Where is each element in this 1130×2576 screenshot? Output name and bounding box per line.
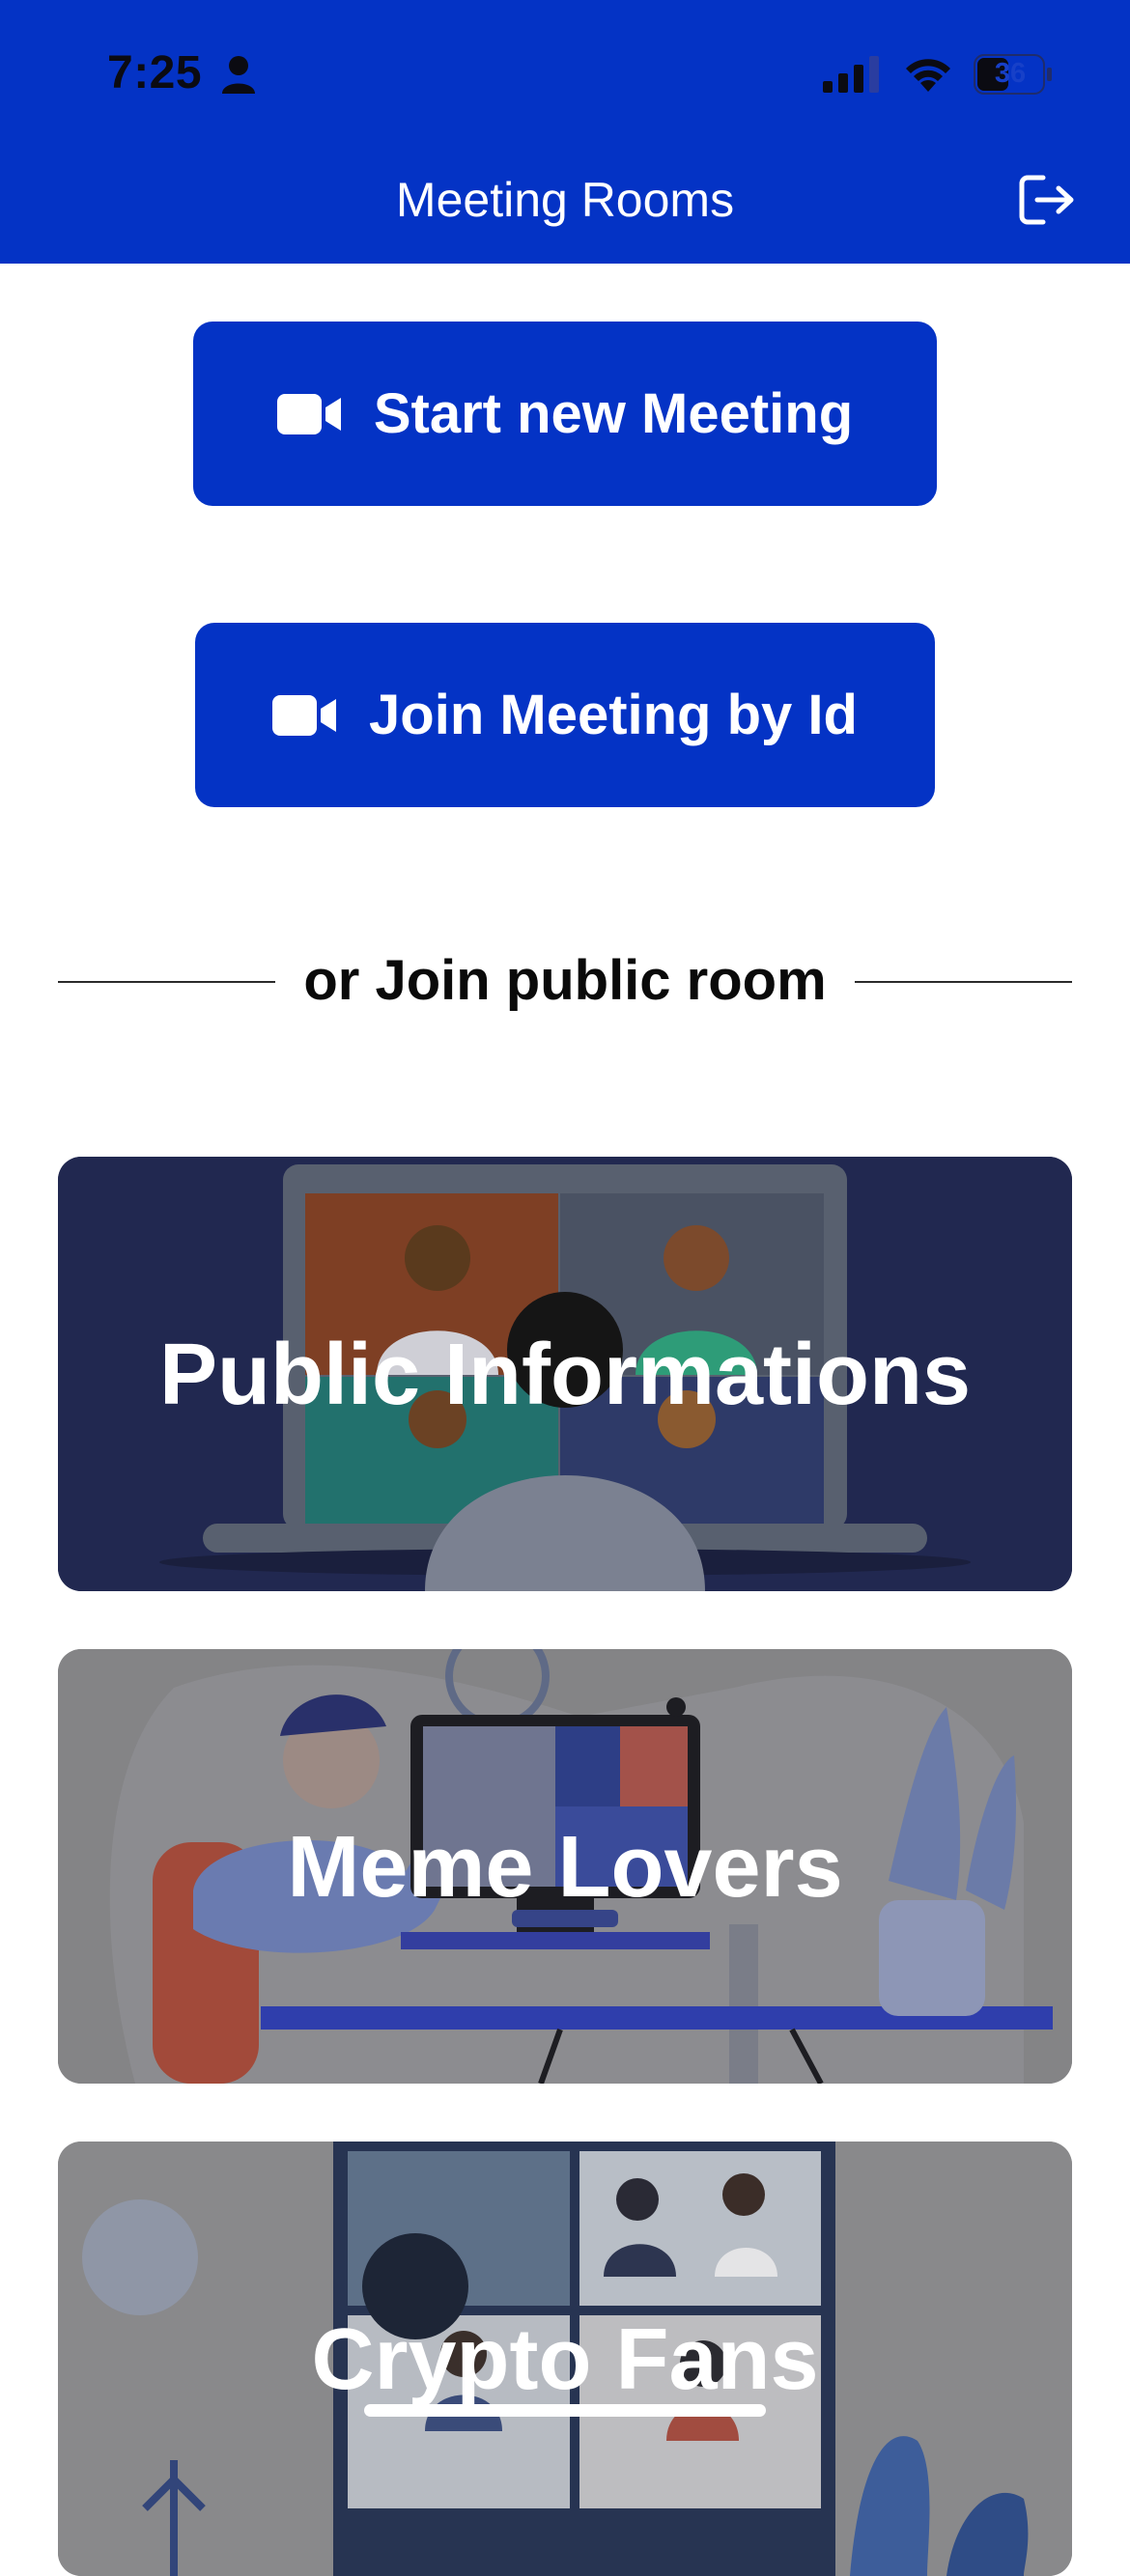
- home-indicator[interactable]: [364, 2404, 766, 2417]
- room-card-public-informations[interactable]: Public Informations: [58, 1157, 1072, 1591]
- start-meeting-button[interactable]: Start new Meeting: [193, 322, 937, 506]
- join-meeting-label: Join Meeting by Id: [369, 684, 858, 746]
- divider-line-right: [855, 981, 1072, 983]
- room-title: Public Informations: [158, 1327, 972, 1423]
- video-camera-icon: [276, 393, 341, 434]
- person-icon: [222, 56, 255, 94]
- start-meeting-label: Start new Meeting: [373, 382, 854, 445]
- logout-icon[interactable]: [1018, 174, 1078, 226]
- page-title: Meeting Rooms: [395, 173, 735, 227]
- room-title: Crypto Fans: [311, 2311, 819, 2408]
- battery-level: 36: [994, 58, 1027, 89]
- signal-icon: [823, 56, 879, 93]
- status-time: 7:25: [107, 47, 203, 98]
- video-camera-icon: [272, 694, 337, 736]
- app-header: 7:25 36 Meeting Rooms: [0, 0, 1130, 264]
- room-card-meme-lovers[interactable]: Meme Lovers: [58, 1649, 1072, 2084]
- room-title: Meme Lovers: [287, 1819, 843, 1916]
- room-card-crypto-fans[interactable]: Crypto Fans: [58, 2142, 1072, 2576]
- wifi-icon: [906, 59, 950, 92]
- join-meeting-button[interactable]: Join Meeting by Id: [195, 623, 935, 807]
